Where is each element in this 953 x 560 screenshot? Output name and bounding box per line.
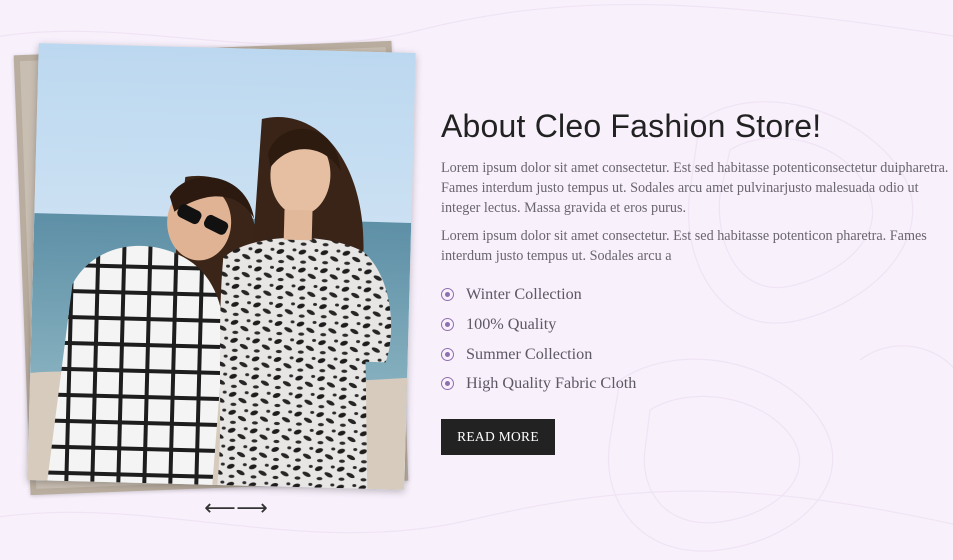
- hero-photo: [27, 43, 416, 490]
- radio-bullet-icon: [441, 288, 454, 302]
- feature-item-summer-collection: Summer Collection: [441, 339, 949, 369]
- feature-label: 100% Quality: [466, 315, 557, 334]
- description-paragraph-2: Lorem ipsum dolor sit amet consectetur. …: [441, 228, 927, 264]
- radio-bullet-icon: [441, 347, 454, 361]
- page-title: About Cleo Fashion Store!: [441, 108, 822, 144]
- feature-item-quality: 100% Quality: [441, 310, 949, 340]
- feature-label: Summer Collection: [466, 344, 593, 363]
- about-section: About Cleo Fashion Store! Lorem ipsum do…: [441, 104, 949, 399]
- description-paragraph-1: Lorem ipsum dolor sit amet consectetur. …: [441, 160, 949, 216]
- arrow-left-icon[interactable]: ⟵: [204, 498, 236, 520]
- slider-arrows: ⟵ ⟶: [204, 498, 268, 520]
- radio-bullet-icon: [441, 318, 454, 332]
- feature-label: Winter Collection: [466, 285, 582, 304]
- feature-list: Winter Collection 100% Quality Summer Co…: [441, 280, 949, 399]
- feature-item-fabric-cloth: High Quality Fabric Cloth: [441, 369, 949, 399]
- radio-bullet-icon: [441, 377, 454, 391]
- feature-label: High Quality Fabric Cloth: [466, 374, 637, 393]
- feature-item-winter-collection: Winter Collection: [441, 280, 949, 310]
- arrow-right-icon[interactable]: ⟶: [236, 498, 268, 520]
- read-more-button[interactable]: READ MORE: [441, 419, 555, 455]
